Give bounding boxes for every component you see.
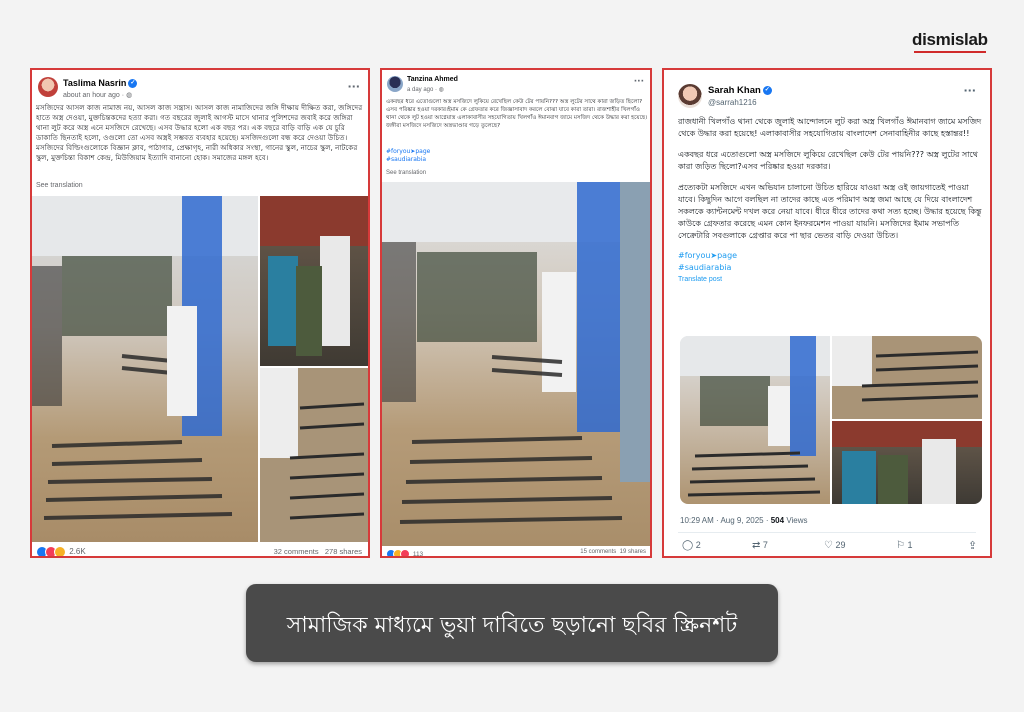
tweet-photo-handover[interactable] [832, 421, 982, 504]
hashtag-link[interactable]: #foryou➤page [386, 148, 586, 156]
facebook-post-taslima: Taslima Nasrin ✓ about an hour ago · ◍ ··… [30, 68, 370, 558]
post-photo-main[interactable] [382, 182, 650, 546]
reaction-count[interactable]: 2.6K [69, 547, 85, 556]
shares-count[interactable]: 19 shares [620, 549, 646, 555]
tweet-photo-weapons[interactable] [832, 336, 982, 419]
bookmark-count: 1 [907, 540, 913, 550]
repost-button[interactable]: ⇄ 7 [752, 540, 768, 551]
post-photo-main[interactable] [32, 196, 258, 542]
post-author[interactable]: Sarah Khan [708, 85, 761, 96]
tweet-paragraph: রাজধানী খিলগাঁও থানা থেকে জুলাই আন্দোলনে… [678, 117, 982, 138]
hashtag-link[interactable]: #saudiarabia [386, 156, 586, 164]
verified-badge-icon: ✓ [762, 85, 772, 95]
tweet-paragraph: একবছর ধরে এতোগুলো অস্ত্র মসজিদে লুকিয়ে … [678, 150, 978, 171]
views-count: 504 [770, 516, 785, 525]
avatar[interactable] [387, 76, 403, 92]
more-options-icon[interactable]: ··· [963, 84, 976, 97]
shares-count[interactable]: 278 shares [325, 547, 362, 556]
see-translation-link[interactable]: See translation [386, 170, 426, 176]
comments-count[interactable]: 15 comments [580, 549, 616, 555]
love-reaction-icon [400, 549, 410, 556]
see-translation-link[interactable]: See translation [36, 182, 83, 189]
globe-icon: ◍ [438, 87, 444, 93]
heart-icon: ♡ [824, 540, 833, 551]
reply-icon: ◯ [682, 540, 694, 551]
post-author[interactable]: Taslima Nasrin [63, 78, 126, 88]
bookmark-button[interactable]: ⚐ 1 [896, 540, 913, 551]
like-button[interactable]: ♡ 29 [824, 540, 846, 551]
post-author[interactable]: Tanzina Ahmed [407, 76, 458, 83]
comments-count[interactable]: 32 comments [274, 547, 319, 556]
post-time[interactable]: about an hour ago · [63, 92, 126, 99]
more-options-icon[interactable]: ··· [347, 80, 360, 93]
translate-post-link[interactable]: Translate post [678, 274, 982, 286]
tweet-photo-main[interactable] [680, 336, 830, 504]
more-options-icon[interactable]: ··· [634, 77, 644, 87]
facebook-post-tanzina: Tanzina Ahmed a day ago · ◍ ··· একবছর ধর… [380, 68, 652, 558]
bookmark-icon: ⚐ [896, 540, 905, 551]
reply-button[interactable]: ◯ 2 [682, 540, 701, 551]
post-text: একবছর ধরে এতোগুলো অস্ত্র মসজিদে লুকিয়ে … [386, 99, 648, 129]
post-photo-handover[interactable] [260, 196, 368, 366]
repost-count: 7 [762, 540, 768, 550]
tweet-timestamp[interactable]: 10:29 AM · Aug 9, 2025 · [680, 516, 771, 525]
verified-badge-icon: ✓ [128, 79, 138, 89]
dismislab-logo: dismislab [912, 30, 988, 53]
hashtag-link[interactable]: #foryou➤page [678, 250, 982, 262]
avatar[interactable] [678, 84, 702, 108]
views-label: Views [784, 516, 808, 525]
repost-icon: ⇄ [752, 540, 761, 551]
reply-count: 2 [695, 540, 701, 550]
globe-icon: ◍ [126, 92, 133, 99]
divider [678, 532, 976, 533]
like-count: 29 [835, 540, 846, 550]
avatar[interactable] [38, 77, 58, 97]
caption-text: সামাজিক মাধ্যমে ভুয়া দাবিতে ছড়ানো ছবির… [286, 613, 738, 638]
post-photo-weapons[interactable] [260, 368, 368, 542]
reaction-count[interactable]: 113 [413, 551, 423, 556]
tweet-paragraph: প্রত্যেকটা মসজিদে এখন অভিযান চালানো উচিত… [678, 183, 982, 240]
hashtag-link[interactable]: #saudiarabia [678, 262, 982, 274]
share-icon[interactable]: ⇪ [968, 539, 977, 552]
post-time[interactable]: a day ago · [407, 87, 439, 93]
x-post-sarah: Sarah Khan ✓ @sarrah1216 ··· রাজধানী খিলগ… [662, 68, 992, 558]
post-text: মসজিদের আসল কাজ নামাজ নয়, আসল কাজ সন্ত্… [36, 103, 363, 162]
haha-reaction-icon [54, 546, 66, 556]
caption-banner: সামাজিক মাধ্যমে ভুয়া দাবিতে ছড়ানো ছবির… [246, 584, 778, 662]
post-handle[interactable]: @sarrah1216 [708, 98, 757, 107]
